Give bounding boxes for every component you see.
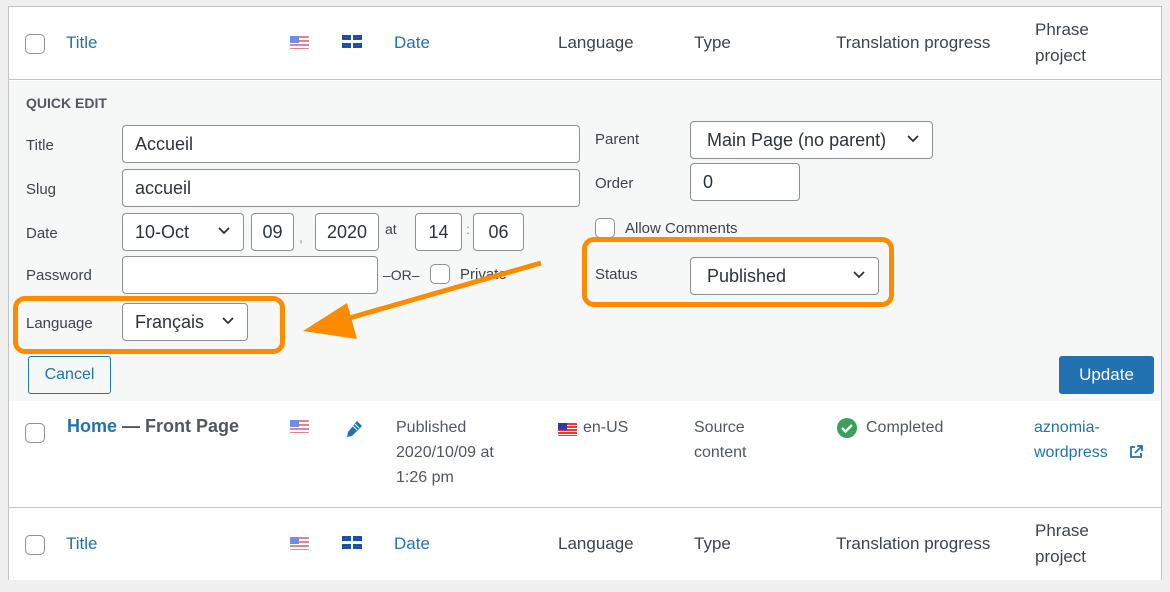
annotation-arrow-icon [303, 260, 542, 339]
month-value: 10-Oct [135, 222, 190, 242]
hour-input[interactable]: 14 [415, 213, 462, 251]
select-all-checkbox-footer[interactable] [25, 535, 45, 555]
quick-edit-heading: QUICK EDIT [26, 95, 107, 111]
table-header: Title Date Language Type Translation pro… [9, 7, 1161, 80]
chevron-down-icon [217, 223, 231, 237]
us-flag-icon [290, 420, 309, 433]
password-label: Password [26, 267, 92, 284]
title-label: Title [26, 137, 54, 154]
chevron-down-icon [852, 267, 866, 281]
minute-input[interactable]: 06 [473, 213, 524, 251]
time-colon: : [466, 221, 470, 237]
row-time: 1:26 pm [396, 469, 454, 486]
row-language: en-US [583, 419, 629, 436]
pencil-edit-icon[interactable] [344, 419, 364, 439]
column-translation-progress-footer: Translation progress [836, 534, 991, 553]
status-value: Published [707, 266, 787, 286]
day-input[interactable]: 09 [251, 213, 294, 251]
parent-label: Parent [595, 131, 640, 148]
order-label: Order [595, 175, 634, 192]
column-translation-progress: Translation progress [836, 33, 991, 52]
row-progress: Completed [866, 419, 944, 436]
column-phrase-project-line2: project [1035, 46, 1087, 65]
column-title-sort-footer[interactable]: Title [66, 534, 98, 554]
quebec-flag-icon [342, 536, 364, 550]
row-title-link[interactable]: Home [67, 416, 117, 436]
at-label: at [385, 221, 397, 237]
select-all-checkbox[interactable] [25, 34, 45, 54]
row-date: 2020/10/09 at [396, 444, 494, 461]
column-title-sort[interactable]: Title [66, 33, 98, 53]
status-select[interactable]: Published [690, 257, 879, 295]
language-value: Français [135, 312, 205, 332]
pages-list-table: Title Date Language Type Translation pro… [8, 6, 1162, 580]
table-row: Home — Front Page Published 2020/10/09 a… [9, 401, 1161, 506]
column-date-sort[interactable]: Date [394, 33, 430, 53]
external-link-icon[interactable] [1129, 445, 1143, 459]
date-comma: , [299, 229, 303, 245]
quick-edit-panel: QUICK EDIT Title Accueil Slug accueil Da… [9, 81, 1161, 401]
column-language: Language [558, 33, 634, 52]
column-type-footer: Type [694, 534, 731, 553]
column-date-sort-footer[interactable]: Date [394, 534, 430, 554]
parent-select[interactable]: Main Page (no parent) [690, 121, 933, 159]
slug-input[interactable]: accueil [122, 169, 580, 207]
row-project-line2[interactable]: wordpress [1034, 440, 1108, 465]
status-label: Status [595, 266, 638, 283]
update-button[interactable]: Update [1059, 356, 1154, 394]
row-title: Home — Front Page [67, 416, 239, 437]
column-phrase-project-line1-footer: Phrase [1035, 521, 1089, 540]
us-flag-icon [290, 537, 309, 550]
row-date-status: Published [396, 419, 467, 436]
row-type-line1: Source [694, 419, 745, 436]
column-language-footer: Language [558, 534, 634, 553]
row-type-line2: content [694, 444, 747, 461]
date-label: Date [26, 225, 58, 242]
quebec-flag-icon [342, 35, 364, 49]
language-select[interactable]: Français [122, 303, 248, 341]
check-circle-icon [837, 418, 857, 438]
language-label: Language [26, 315, 93, 332]
row-title-suffix: — Front Page [117, 416, 240, 436]
year-input[interactable]: 2020 [315, 213, 379, 251]
column-phrase-project-line1: Phrase [1035, 20, 1089, 39]
allow-comments-checkbox[interactable] [595, 218, 615, 238]
slug-label: Slug [26, 181, 57, 198]
order-input[interactable]: 0 [690, 163, 800, 201]
cancel-button[interactable]: Cancel [28, 356, 111, 394]
chevron-down-icon [906, 131, 920, 145]
title-input[interactable]: Accueil [122, 125, 580, 163]
us-flag-icon [290, 36, 309, 49]
us-flag-icon [558, 423, 577, 436]
month-select[interactable]: 10-Oct [122, 213, 244, 251]
column-type: Type [694, 33, 731, 52]
parent-value: Main Page (no parent) [707, 130, 887, 150]
row-checkbox[interactable] [25, 423, 45, 443]
table-footer: Title Date Language Type Translation pro… [9, 507, 1161, 580]
allow-comments-label: Allow Comments [625, 220, 738, 237]
row-project-line1[interactable]: aznomia- [1034, 415, 1100, 440]
chevron-down-icon [221, 313, 235, 327]
column-phrase-project-line2-footer: project [1035, 547, 1087, 566]
